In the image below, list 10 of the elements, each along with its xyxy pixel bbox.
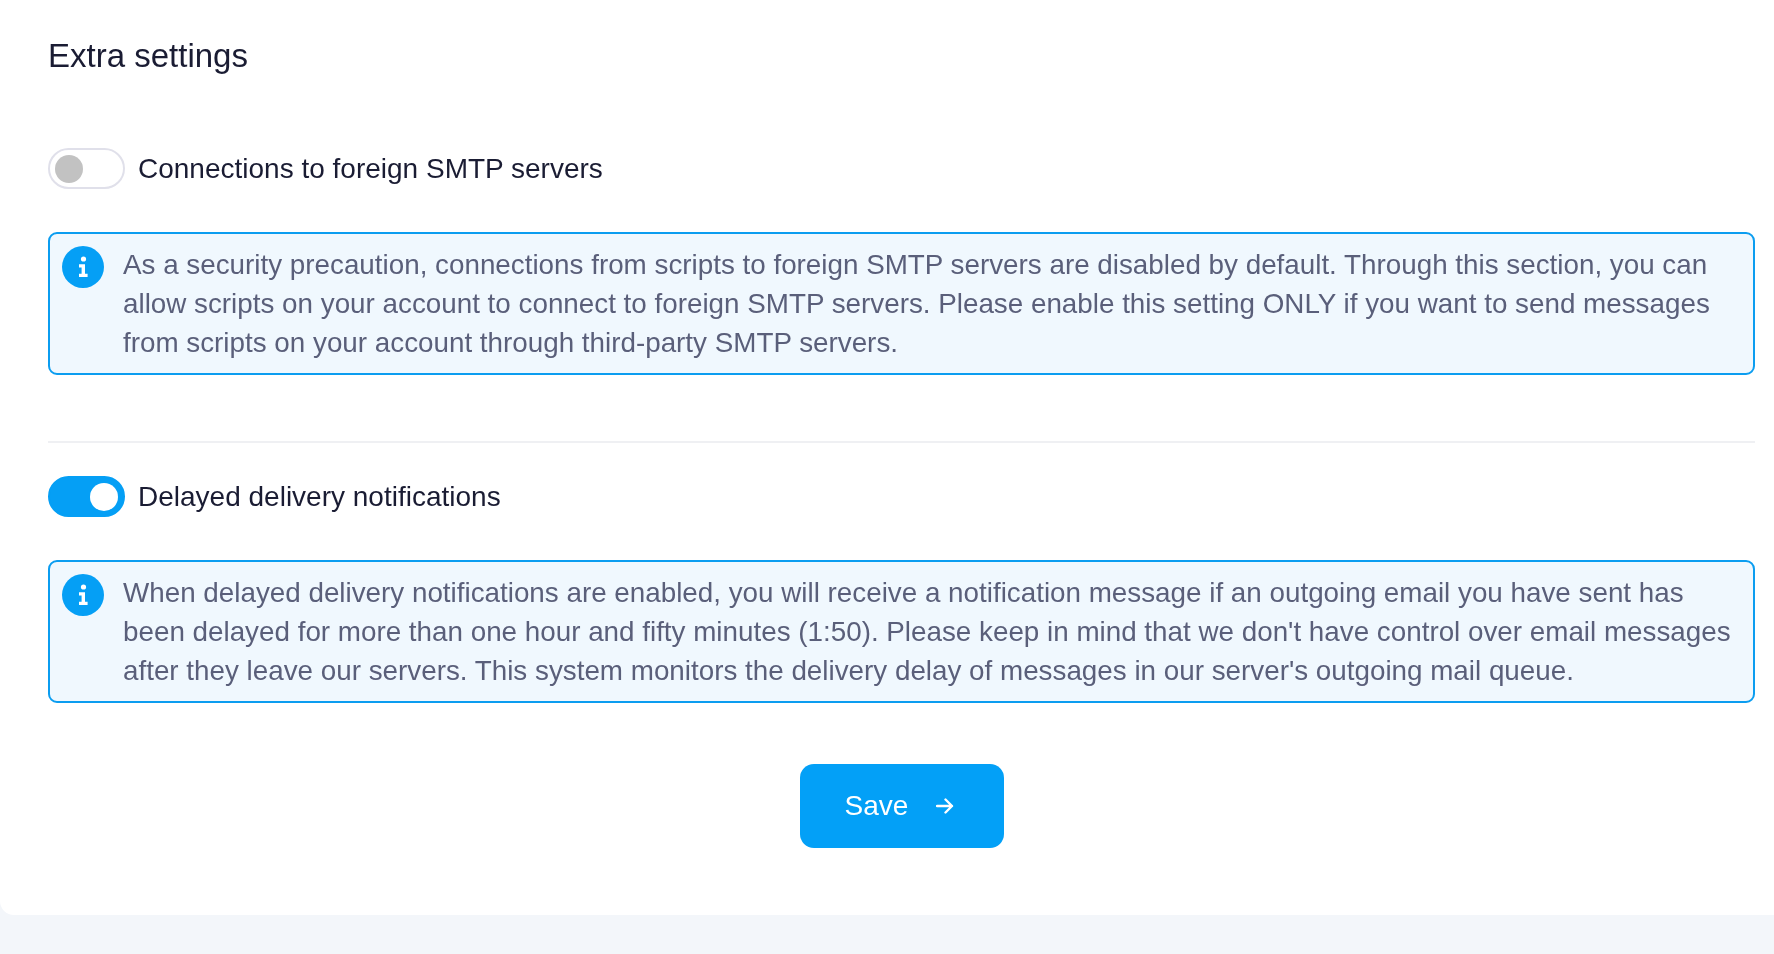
toggle-switch[interactable]: [48, 476, 125, 517]
info-text: When delayed delivery notifications are enabled, you will receive a notification message if an outgoing email you have sent has been delayed for more than one hour and fifty minutes (1:50). Please keep in mind that we don't have control over email messages after they leave our servers. This system monitors the delivery delay of messages in our server's outgoing mail queue.: [123, 576, 1732, 688]
setting-label: Connections to foreign SMTP servers: [138, 151, 603, 186]
arrow-right-icon: [936, 798, 955, 814]
info-icon: [62, 246, 104, 288]
setting-label: Delayed delivery notifications: [138, 479, 501, 514]
save-button[interactable]: Save: [799, 764, 1004, 848]
info-icon: [62, 574, 104, 616]
section-title: Extra settings: [48, 36, 249, 76]
info-text: As a security precaution, connections from scripts to foreign SMTP servers are disabled by default. Through this section, you can allow scripts on your account to connect to foreign SMTP servers. Please enable this setting ONLY if you want to send messages from scripts on your account through third-party SMTP servers.: [123, 248, 1711, 360]
